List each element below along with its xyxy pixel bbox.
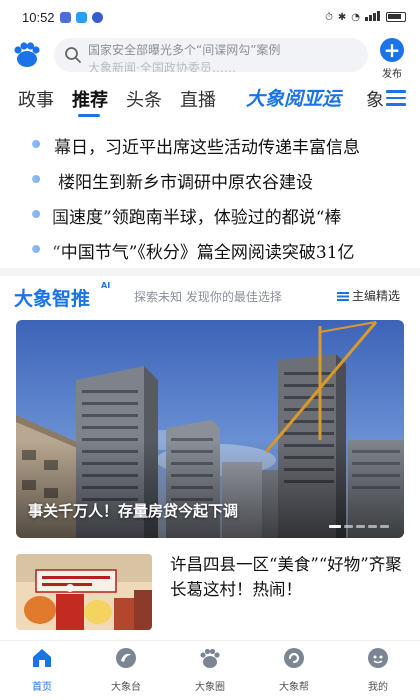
news-item[interactable]: 许昌四县一区“美食”“好物”齐聚长葛这村！热闹！ (0, 548, 420, 636)
bottom-navigation: 首页 大象台 大象圈 大象帮 我的 (0, 640, 420, 700)
nav-tv-label: 大象台 (111, 682, 141, 693)
list-item[interactable]: “中国节气”《秋分》篇全网阅读突破31亿 (0, 233, 420, 263)
headline-text: “中国节气”《秋分》篇全网阅读突破31亿 (52, 243, 355, 263)
help-icon (284, 648, 304, 668)
tab-zhengshi[interactable]: 政事 (18, 86, 54, 112)
battery-icon (386, 12, 406, 22)
headline-text: 楼阳生到新乡市调研中原农谷建设 (58, 173, 313, 193)
home-icon (33, 649, 51, 667)
app-header: 国家安全部曝光多个“间谍网勾”案例 大象新闻·全国政协委员…… + 发布 (0, 36, 420, 80)
notification-icon (75, 11, 87, 23)
status-time: 10:52 (22, 9, 55, 25)
channel-tabs: 政事 推荐 头条 直播 大象阅亚运 象 (0, 82, 420, 118)
app-logo-icon[interactable] (12, 40, 42, 70)
list-item[interactable]: 国速度”领跑南半球，体验过的都说“棒 (0, 198, 420, 228)
ai-section-subtitle: 探索未知 发现你的最佳选择 (134, 290, 282, 304)
search-placeholder: 国家安全部曝光多个“间谍网勾”案例 (88, 43, 281, 57)
list-icon (337, 292, 349, 301)
tab-partial[interactable]: 象 (366, 86, 384, 112)
bullet-icon (32, 245, 40, 253)
notification-icon (91, 11, 103, 23)
channel-menu-icon[interactable] (386, 90, 406, 108)
editor-pick-button[interactable]: 主编精选 (337, 287, 400, 304)
search-icon (65, 47, 81, 63)
tab-headlines[interactable]: 头条 (126, 86, 162, 112)
active-tab-indicator (78, 114, 100, 117)
ai-section-title: 大象智推 (14, 288, 91, 310)
alarm-icon: ⏱ (325, 11, 333, 23)
tab-asian-games[interactable]: 大象阅亚运 (246, 84, 341, 111)
hero-card[interactable]: 事关千万人！存量房贷今起下调 (16, 320, 404, 538)
headline-text: 国速度”领跑南半球，体验过的都说“棒 (52, 208, 342, 228)
publish-label: 发布 (382, 69, 402, 80)
profile-icon (368, 648, 388, 668)
nav-profile[interactable]: 我的 (348, 647, 408, 693)
paw-icon (200, 648, 220, 668)
tab-recommend[interactable]: 推荐 (72, 86, 108, 112)
news-thumbnail (16, 554, 152, 630)
wifi-icon: ◔ (351, 11, 360, 23)
bullet-icon (32, 140, 40, 148)
nav-home-label: 首页 (32, 682, 52, 693)
headline-text: 幕日，习近平出席这些活动传递丰富信息 (54, 138, 360, 158)
nav-help[interactable]: 大象帮 (264, 647, 324, 693)
hero-caption: 事关千万人！存量房贷今起下调 (28, 502, 239, 520)
nav-circle-label: 大象圈 (195, 682, 225, 693)
news-title: 许昌四县一区“美食”“好物”齐聚长葛这村！热闹！ (170, 555, 402, 599)
nav-help-label: 大象帮 (279, 682, 309, 693)
bullet-icon (32, 175, 40, 183)
nav-tv[interactable]: 大象台 (96, 647, 156, 693)
headline-list: 幕日，习近平出席这些活动传递丰富信息 楼阳生到新乡市调研中原农谷建设 国速度”领… (0, 126, 420, 266)
tab-live[interactable]: 直播 (180, 86, 216, 112)
ai-recommend-header: 大象智推 AI 探索未知 发现你的最佳选择 主编精选 (0, 278, 420, 314)
status-indicators: ⏱ ✱ ◔ (325, 10, 406, 24)
plus-icon: + (380, 38, 404, 62)
bluetooth-icon: ✱ (337, 11, 347, 23)
notification-icon (59, 11, 71, 23)
nav-profile-label: 我的 (368, 682, 388, 693)
nav-circle[interactable]: 大象圈 (180, 647, 240, 693)
publish-button[interactable]: + 发布 (378, 38, 406, 80)
carousel-indicator (329, 525, 389, 528)
nav-home[interactable]: 首页 (12, 647, 72, 693)
section-divider (0, 268, 420, 276)
list-item[interactable]: 楼阳生到新乡市调研中原农谷建设 (0, 163, 420, 193)
ai-badge: AI (101, 281, 111, 290)
status-bar: 10:52 ⏱ ✱ ◔ (0, 0, 420, 34)
bullet-icon (32, 210, 40, 218)
tv-icon (116, 648, 136, 668)
editor-pick-label: 主编精选 (352, 289, 401, 303)
search-input[interactable]: 国家安全部曝光多个“间谍网勾”案例 大象新闻·全国政协委员…… (54, 38, 368, 72)
list-item[interactable]: 幕日，习近平出席这些活动传递丰富信息 (0, 128, 420, 158)
search-placeholder-next: 大象新闻·全国政协委员…… (88, 61, 236, 72)
signal-icon (365, 10, 381, 24)
